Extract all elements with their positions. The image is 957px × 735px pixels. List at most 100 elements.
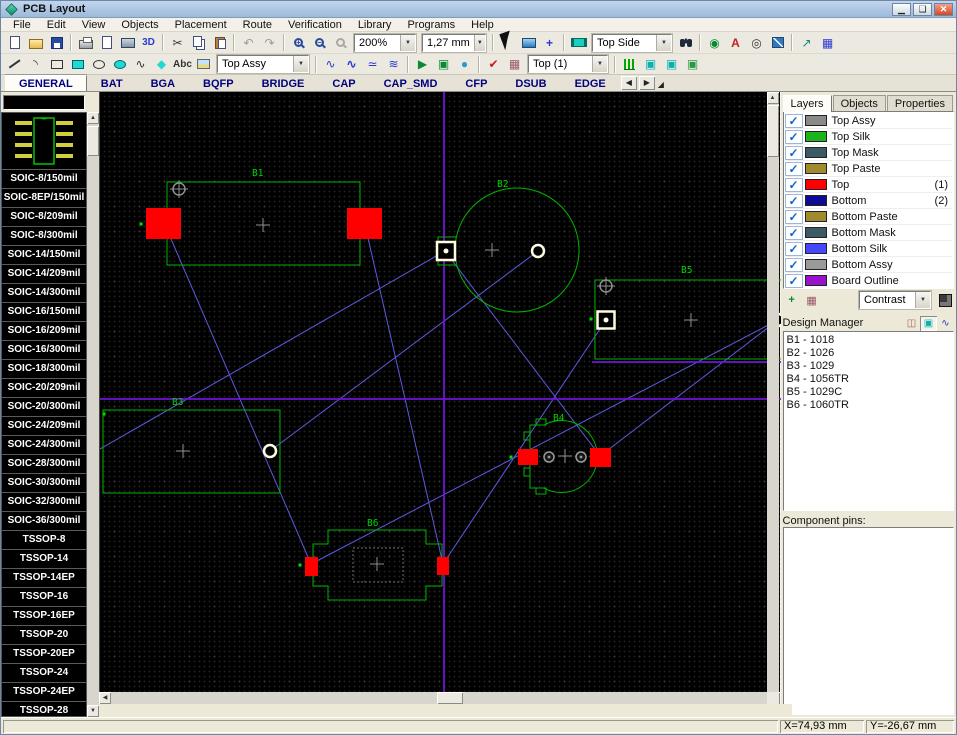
arc-tool-button[interactable]: ◝ <box>25 55 46 74</box>
layer-visible-checkbox[interactable]: ✓ <box>785 130 803 144</box>
layer-visible-checkbox[interactable]: ✓ <box>785 274 803 288</box>
signal-layer-combo[interactable]: Top (1) ▼ <box>528 55 608 73</box>
close-button[interactable]: ✕ <box>934 3 953 16</box>
draw-layer-combo-arrow[interactable]: ▼ <box>293 56 308 72</box>
ellipse-tool-button[interactable] <box>88 55 109 74</box>
measure-button[interactable]: ↗ <box>796 33 817 52</box>
titles-button[interactable] <box>117 33 138 52</box>
canvas-hscroll-thumb[interactable] <box>437 692 463 704</box>
rect-tool-button[interactable] <box>46 55 67 74</box>
zoom-in-button[interactable]: + <box>288 33 309 52</box>
library-tab-cap[interactable]: CAP <box>318 75 369 91</box>
footprint-item-soic-16-209mil[interactable]: SOIC-16/209mil <box>2 322 86 341</box>
layer-color-swatch[interactable] <box>805 275 827 286</box>
footprint-item-tssop-24[interactable]: TSSOP-24 <box>2 664 86 683</box>
layer-color-swatch[interactable] <box>805 211 827 222</box>
layer-name[interactable]: Bottom Silk <box>832 243 948 255</box>
verification-button[interactable]: ✔ <box>483 55 504 74</box>
library-tab-bat[interactable]: BAT <box>87 75 137 91</box>
target-button[interactable]: ◎ <box>746 33 767 52</box>
grid-toggle-button[interactable]: ▦ <box>817 33 838 52</box>
menu-item-view[interactable]: View <box>74 18 114 32</box>
find-button[interactable] <box>675 33 696 52</box>
layer-visible-checkbox[interactable]: ✓ <box>785 258 803 272</box>
layer-color-swatch[interactable] <box>805 259 827 270</box>
layer-color-swatch[interactable] <box>805 227 827 238</box>
footprint-item-soic-18-300mil[interactable]: SOIC-18/300mil <box>2 360 86 379</box>
layer-visible-checkbox[interactable]: ✓ <box>785 226 803 240</box>
component-b2[interactable]: B2 <box>437 179 579 312</box>
footprint-item-soic-28-300mil[interactable]: SOIC-28/300mil <box>2 455 86 474</box>
pcb-canvas[interactable]: B1B2B3B4B5B6 <box>99 92 780 706</box>
dm-structure-button[interactable]: ◫ <box>903 316 920 331</box>
design-manager-item-b5[interactable]: B5 - 1029C <box>787 386 953 399</box>
component-tool-button[interactable] <box>568 33 589 52</box>
paste-button[interactable] <box>209 33 230 52</box>
layer-visible-checkbox[interactable]: ✓ <box>785 242 803 256</box>
footprint-item-tssop-14[interactable]: TSSOP-14 <box>2 550 86 569</box>
menu-item-programs[interactable]: Programs <box>399 18 463 32</box>
footprint-search-input[interactable] <box>3 95 85 110</box>
layer-color-swatch[interactable] <box>805 147 827 158</box>
footprint-item-soic-8-300mil[interactable]: SOIC-8/300mil <box>2 227 86 246</box>
library-tab-bqfp[interactable]: BQFP <box>189 75 248 91</box>
library-tab-cap-smd[interactable]: CAP_SMD <box>370 75 452 91</box>
polygon-tool-button[interactable]: ◆ <box>151 55 172 74</box>
library-tab-dsub[interactable]: DSUB <box>501 75 560 91</box>
route-edit-button[interactable]: ∿ <box>341 55 362 74</box>
component-b4[interactable]: B4 <box>510 413 612 494</box>
footprint-item-tssop-20[interactable]: TSSOP-20 <box>2 626 86 645</box>
footprint-item-tssop-28[interactable]: TSSOP-28 <box>2 702 86 717</box>
print-button[interactable] <box>75 33 96 52</box>
minimize-button[interactable]: ▁ <box>892 3 911 16</box>
library-tab-general[interactable]: GENERAL <box>5 75 87 91</box>
panel-tab-properties[interactable]: Properties <box>887 95 953 111</box>
side-combo[interactable]: Top Side ▼ <box>592 34 672 52</box>
layer-name[interactable]: Bottom <box>832 195 935 207</box>
footprint-item-soic-32-300mil[interactable]: SOIC-32/300mil <box>2 493 86 512</box>
layer-name[interactable]: Bottom Mask <box>832 227 948 239</box>
layer-visible-checkbox[interactable]: ✓ <box>785 210 803 224</box>
layer-name[interactable]: Top Mask <box>832 147 948 159</box>
contrast-combo[interactable]: Contrast ▼ <box>859 291 931 309</box>
footprint-item-tssop-8[interactable]: TSSOP-8 <box>2 531 86 550</box>
route-delete-button[interactable]: ≋ <box>383 55 404 74</box>
zoom-window-button[interactable] <box>330 33 351 52</box>
component-b3[interactable]: B3 <box>103 397 281 493</box>
route-manual-button[interactable]: ∿ <box>320 55 341 74</box>
footprint-item-soic-24-300mil[interactable]: SOIC-24/300mil <box>2 436 86 455</box>
tabs-prev-button[interactable]: ◀ <box>621 76 637 90</box>
footprint-item-soic-16-150mil[interactable]: SOIC-16/150mil <box>2 303 86 322</box>
component-report-button[interactable]: ▣ <box>682 55 703 74</box>
step-button[interactable]: ▣ <box>433 55 454 74</box>
design-manager-item-b3[interactable]: B3 - 1029 <box>787 360 953 373</box>
menu-item-placement[interactable]: Placement <box>167 18 235 32</box>
layer-color-swatch[interactable] <box>805 163 827 174</box>
open-button[interactable] <box>25 33 46 52</box>
preview-3d-button[interactable]: 3D <box>138 33 159 52</box>
canvas-scroll-up-icon[interactable]: ▲ <box>767 92 779 104</box>
layer-color-swatch[interactable] <box>805 179 827 190</box>
design-manager-item-b2[interactable]: B2 - 1026 <box>787 347 953 360</box>
library-tab-edge[interactable]: EDGE <box>561 75 620 91</box>
menu-item-file[interactable]: File <box>5 18 39 32</box>
footprint-item-soic-8-209mil[interactable]: SOIC-8/209mil <box>2 208 86 227</box>
menu-item-library[interactable]: Library <box>350 18 400 32</box>
signal-layer-combo-arrow[interactable]: ▼ <box>592 56 607 72</box>
add-layer-button[interactable]: + <box>783 292 801 308</box>
screen-tool-button[interactable] <box>518 33 539 52</box>
undo-button[interactable]: ↶ <box>238 33 259 52</box>
pattern-button[interactable]: ▦ <box>504 55 525 74</box>
filled-rect-tool-button[interactable] <box>67 55 88 74</box>
draw-layer-combo[interactable]: Top Assy ▼ <box>217 55 309 73</box>
route-cut-button[interactable]: ≃ <box>362 55 383 74</box>
menu-item-objects[interactable]: Objects <box>113 18 166 32</box>
design-manager-item-b4[interactable]: B4 - 1056TR <box>787 373 953 386</box>
tabs-next-button[interactable]: ▶ <box>639 76 655 90</box>
footprint-item-soic-30-300mil[interactable]: SOIC-30/300mil <box>2 474 86 493</box>
library-tab-bridge[interactable]: BRIDGE <box>248 75 319 91</box>
layer-visible-checkbox[interactable]: ✓ <box>785 146 803 160</box>
layer-name[interactable]: Top Assy <box>832 115 948 127</box>
layer-visible-checkbox[interactable]: ✓ <box>785 194 803 208</box>
layer-color-swatch[interactable] <box>805 115 827 126</box>
